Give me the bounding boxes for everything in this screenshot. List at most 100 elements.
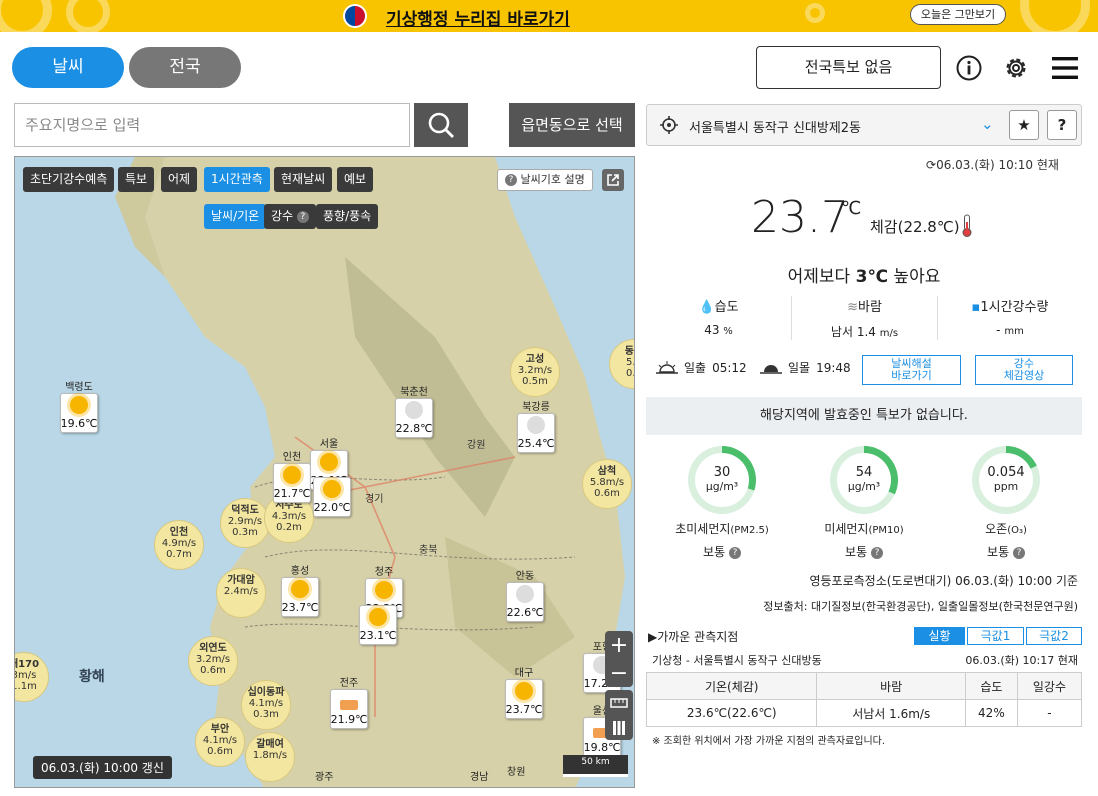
station-marker[interactable]: 북강릉 25.4℃	[517, 398, 555, 453]
air-grade: 보통	[703, 545, 726, 559]
table-cell: 23.6℃(22.6℃)	[645, 699, 818, 727]
station-name: 북강릉	[522, 402, 550, 413]
station-marker[interactable]: 전주 21.9℃	[330, 674, 368, 729]
air-gauge-pm25[interactable]: 30 μg/m³	[688, 446, 756, 514]
help-icon[interactable]: ?	[728, 546, 741, 559]
station-temp: 22.6℃	[506, 606, 544, 619]
data-source: 정보출처: 대기질정보(한국환경공단), 일출일몰정보(한국천문연구원)	[763, 600, 1078, 613]
rain-video-link[interactable]: 강수 체감영상	[975, 355, 1073, 385]
help-icon[interactable]: ?	[870, 546, 883, 559]
map-update-time: 06.03.(화) 10:00 갱신	[33, 756, 172, 779]
weather-map[interactable]: 초단기강수예측 특보 어제 1시간관측 현재날씨 예보 날씨/기온 강수 ? 풍…	[14, 156, 635, 788]
station-marker[interactable]: 22.0℃	[313, 477, 351, 517]
wind-marker[interactable]: 갈매여 1.8m/s	[245, 732, 295, 782]
wind-marker[interactable]: 인천 4.9m/s 0.7m	[154, 520, 204, 570]
gauge-inner: 0.054 ppm	[979, 453, 1033, 507]
zoom-in-button[interactable]: +	[605, 631, 633, 659]
city-label: 창원	[507, 767, 526, 778]
stat-value: -	[996, 323, 1001, 337]
map-sub-wind[interactable]: 풍향/풍속	[316, 204, 379, 229]
sea-label: 황해	[79, 669, 105, 685]
wind-gust: 0.6m	[594, 488, 620, 499]
station-marker[interactable]: 대구 23.7℃	[505, 664, 543, 719]
info-icon[interactable]	[955, 54, 983, 82]
map-sub-rain[interactable]: 강수 ?	[264, 204, 316, 229]
locate-crosshair-icon[interactable]	[659, 115, 679, 135]
gov-link[interactable]: 기상행정 누리집 바로가기	[386, 5, 570, 30]
weather-commentary-link[interactable]: 날씨해설 바로가기	[862, 355, 961, 385]
station-marker[interactable]: 인천 21.7℃	[273, 448, 311, 503]
compare-prefix: 어제보다	[787, 267, 856, 287]
station-marker[interactable]: 안동 22.6℃	[506, 567, 544, 622]
station-marker[interactable]: 북춘천 22.8℃	[395, 383, 433, 438]
close-today-button[interactable]: 오늘은 그만보기	[910, 4, 1006, 25]
stat-rain: ▪1시간강수량 - mm	[938, 296, 1082, 337]
wind-marker[interactable]: 가대암 2.4m/s	[216, 568, 266, 618]
wind-speed: 3.2m/s	[195, 654, 231, 665]
help-icon[interactable]: ?	[1012, 546, 1025, 559]
address-selector[interactable]: 서울특별시 동작구 신대방제2동 ⌄ ★ ?	[646, 104, 1082, 146]
favorite-star-icon[interactable]: ★	[1009, 110, 1039, 140]
stat-value: 남서 1.4	[830, 325, 876, 339]
location-search-input[interactable]: 주요지명으로 입력	[14, 103, 410, 147]
station-card: 23.7℃	[505, 679, 543, 719]
sun-icon	[70, 396, 88, 414]
wind-marker[interactable]: 삼척 5.8m/s 0.6m	[582, 459, 632, 509]
tab-nation[interactable]: 전국	[129, 47, 241, 88]
station-card: 22.8℃	[395, 398, 433, 438]
station-marker[interactable]: 백령도 19.6℃	[60, 378, 98, 433]
table-header-row: 기온(체감) 바람 습도 일강수	[645, 672, 1083, 700]
chevron-down-icon[interactable]: ⌄	[981, 115, 994, 133]
wind-name: 갈매여	[256, 739, 284, 750]
map-sub-weather-temp[interactable]: 날씨/기온	[204, 204, 267, 229]
tab-live[interactable]: 실황	[914, 627, 965, 645]
station-name: 청주	[374, 567, 394, 578]
help-button[interactable]: ?	[1047, 110, 1077, 140]
station-marker[interactable]: 23.1℃	[359, 605, 397, 645]
settings-gear-icon[interactable]	[1002, 54, 1030, 82]
wind-marker[interactable]: 덕적도 2.9m/s 0.3m	[220, 498, 270, 548]
wind-gust: 0.6m	[207, 746, 233, 757]
map-btn-warning[interactable]: 특보	[118, 167, 155, 192]
wind-marker[interactable]: 십이동파 4.1m/s 0.3m	[241, 680, 291, 730]
select-eup-button[interactable]: 읍면동으로 선택	[509, 103, 635, 147]
refresh-time[interactable]: ⟳06.03.(화) 10:10 현재	[926, 156, 1059, 173]
table-header: 습도	[964, 672, 1018, 700]
wind-marker[interactable]: 부안 4.1m/s 0.6m	[195, 717, 245, 767]
national-warning-button[interactable]: 전국특보 없음	[756, 46, 941, 89]
tab-extreme1[interactable]: 극값1	[967, 627, 1024, 645]
map-btn-hourly-obs[interactable]: 1시간관측	[204, 167, 270, 192]
menu-hamburger-icon[interactable]	[1050, 54, 1080, 82]
map-btn-nowcast[interactable]: 초단기강수예측	[23, 167, 115, 192]
tab-weather[interactable]: 날씨	[12, 47, 124, 88]
station-temp: 23.7℃	[505, 703, 543, 716]
zoom-out-button[interactable]: −	[605, 659, 633, 687]
ruler-icon[interactable]	[605, 690, 633, 715]
map-btn-yesterday[interactable]: 어제	[161, 167, 198, 192]
compare-suffix: 높아요	[888, 267, 941, 287]
map-btn-forecast[interactable]: 예보	[337, 167, 374, 192]
station-marker[interactable]: 홍성 23.7℃	[281, 562, 319, 617]
wind-speed: 4.1m/s	[202, 735, 238, 746]
wind-marker[interactable]: 고성 3.2m/s 0.5m	[510, 347, 560, 397]
search-button[interactable]	[414, 103, 468, 147]
gov-emblem-icon	[343, 4, 367, 28]
tab-extreme2[interactable]: 극값2	[1026, 627, 1082, 645]
legend-button[interactable]: ? 날씨기호 설명	[497, 169, 593, 191]
external-link-icon[interactable]	[602, 169, 624, 191]
nearby-time: 06.03.(화) 10:17 현재	[965, 654, 1078, 667]
air-gauge-pm10[interactable]: 54 μg/m³	[830, 446, 898, 514]
wind-gust: 0.6m	[200, 665, 226, 676]
link-line2: 체감영상	[1003, 369, 1045, 382]
help-icon: ?	[296, 210, 309, 223]
wind-speed: 4.9m/s	[161, 538, 197, 549]
table-header: 기온(체감)	[645, 672, 818, 700]
layers-icon[interactable]	[605, 715, 633, 740]
air-gauge-ozone[interactable]: 0.054 ppm	[972, 446, 1040, 514]
map-btn-current[interactable]: 현재날씨	[274, 167, 333, 192]
nearby-station: 기상청 - 서울특별시 동작구 신대방동	[652, 654, 822, 667]
help-icon: ?	[505, 174, 517, 186]
cloud-sun-icon	[405, 401, 423, 419]
wind-marker[interactable]: 외연도 3.2m/s 0.6m	[188, 636, 238, 686]
decor-circle	[0, 0, 52, 32]
